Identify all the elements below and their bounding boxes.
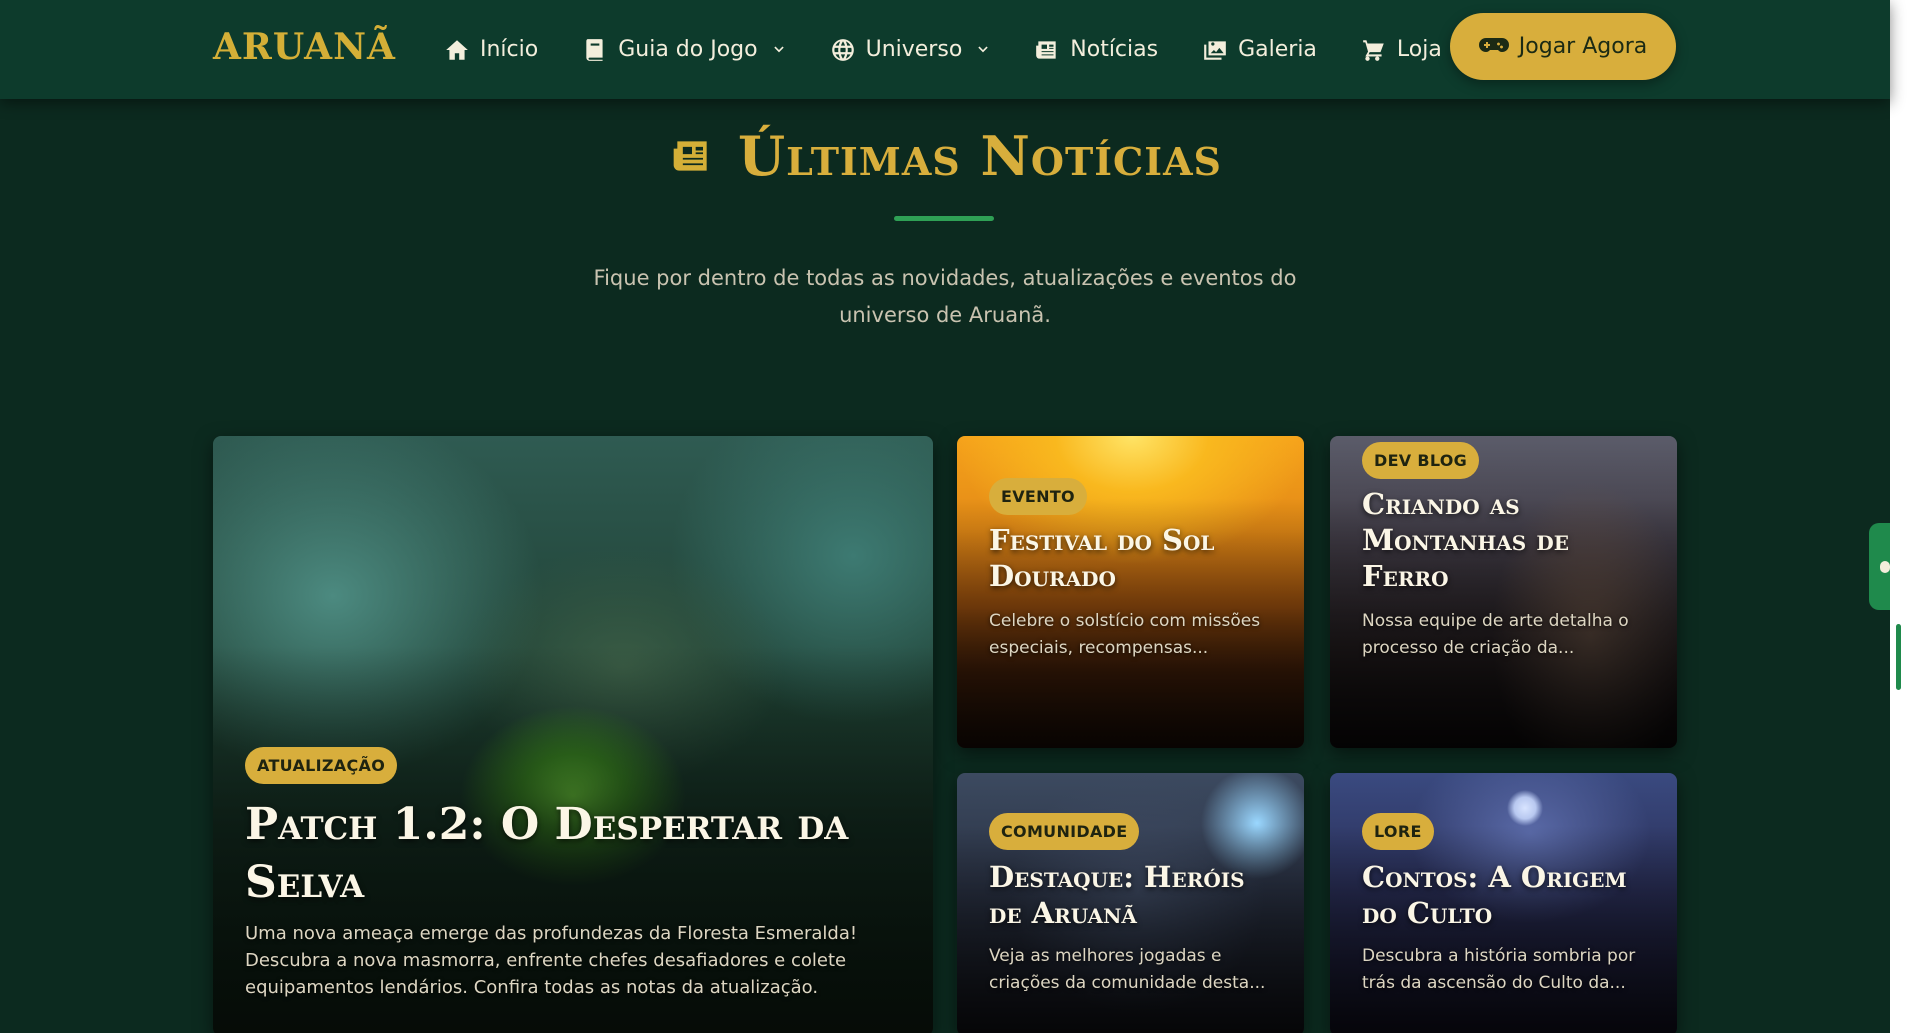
nav-item-guia-do-jogo[interactable]: Guia do Jogo — [582, 37, 785, 63]
site-logo[interactable]: ARUANÃ — [213, 26, 396, 68]
news-title: Destaque: Heróis de Aruanã — [989, 860, 1245, 930]
nav-item-universo[interactable]: Universo — [830, 37, 991, 63]
nav-item-label: Início — [480, 37, 539, 62]
nav-item-galeria[interactable]: Galeria — [1202, 37, 1317, 63]
cart-icon — [1363, 39, 1384, 61]
nav-item-label: Galeria — [1238, 37, 1317, 62]
news-excerpt: Nossa equipe de arte detalha o processo … — [1362, 611, 1629, 658]
category-badge: LORE — [1362, 813, 1434, 850]
page-scrollbar[interactable] — [1890, 0, 1907, 1033]
news-excerpt: Descubra a história sombria por trás da … — [1362, 946, 1636, 993]
globe-icon — [831, 38, 854, 61]
chevron-down-icon — [978, 46, 988, 52]
category-badge: COMUNIDADE — [989, 813, 1140, 850]
main-nav: Início Guia do Jogo Universo Notícias Ga… — [444, 0, 1486, 99]
nav-item-label: Guia do Jogo — [618, 37, 758, 62]
category-badge: EVENTO — [989, 478, 1087, 515]
news-excerpt: Veja as melhores jogadas e criações da c… — [989, 946, 1266, 993]
chevron-down-icon — [773, 46, 784, 52]
news-title: Contos: A Origem do Culto — [1362, 860, 1627, 930]
news-excerpt: Uma nova ameaça emerge das profundezas d… — [245, 923, 858, 998]
nav-item-label: Loja — [1396, 37, 1442, 62]
news-title: Patch 1.2: O Despertar da Selva — [245, 799, 849, 908]
nav-item-loja[interactable]: Loja — [1361, 37, 1442, 63]
title-divider — [894, 216, 994, 221]
news-title: Festival do Sol Dourado — [989, 523, 1215, 593]
play-now-button[interactable]: Jogar Agora — [1450, 13, 1676, 80]
news-excerpt: Celebre o solstício com missões especiai… — [989, 611, 1261, 658]
newspaper-icon — [673, 141, 707, 171]
play-now-label: Jogar Agora — [1518, 34, 1648, 59]
nav-item-noticias[interactable]: Notícias — [1034, 37, 1158, 63]
news-card[interactable]: EVENTO Festival do Sol Dourado Celebre o… — [957, 436, 1304, 748]
featured-news-card[interactable]: ATUALIZAÇÃO Patch 1.2: O Despertar da Se… — [213, 436, 933, 1033]
nav-item-inicio[interactable]: Início — [444, 37, 538, 63]
scrollbar-thumb[interactable] — [1896, 624, 1901, 690]
book-icon — [586, 38, 603, 61]
widget-icon — [1880, 561, 1890, 573]
news-card[interactable]: COMUNIDADE Destaque: Heróis de Aruanã Ve… — [957, 773, 1304, 1033]
top-navbar: ARUANÃ Início Guia do Jogo Universo Notí… — [0, 0, 1890, 99]
nav-item-label: Universo — [865, 37, 963, 62]
newspaper-icon — [1036, 40, 1056, 59]
section-heading: Últimas Notícias — [0, 124, 1890, 188]
section-subtitle: Fique por dentro de todas as novidades, … — [593, 266, 1297, 327]
gamepad-icon — [1478, 37, 1509, 52]
category-badge: DEV BLOG — [1362, 442, 1480, 479]
images-icon — [1204, 40, 1226, 60]
news-title: Criando as Montanhas de Ferro — [1362, 487, 1569, 593]
category-badge: ATUALIZAÇÃO — [245, 747, 398, 784]
home-icon — [446, 39, 468, 60]
news-card[interactable]: DEV BLOG Criando as Montanhas de Ferro N… — [1330, 436, 1677, 748]
news-card[interactable]: LORE Contos: A Origem do Culto Descubra … — [1330, 773, 1677, 1033]
section-title: Últimas Notícias — [737, 124, 1222, 188]
nav-item-label: Notícias — [1070, 37, 1159, 62]
